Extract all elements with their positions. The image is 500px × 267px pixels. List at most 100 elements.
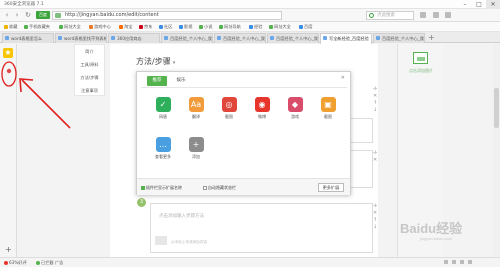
forward-button[interactable]: › <box>13 11 21 19</box>
menu-icon[interactable] <box>445 12 452 18</box>
step-3-box[interactable]: 点击添加输入步骤方法 从本地上传或添加内容 <box>150 203 373 253</box>
extension-item[interactable]: ✓ 网盾 <box>151 97 175 121</box>
scrollbar-thumb[interactable] <box>494 88 499 128</box>
refresh-button[interactable]: ↻ <box>24 11 32 19</box>
bookmark-icon <box>139 24 143 29</box>
extension-label: 添加 <box>192 154 200 159</box>
step-1-controls: ✛ ✕ ↑ ↓ <box>373 86 377 114</box>
bookmark-item[interactable]: 社区 <box>159 23 172 31</box>
maximize-button[interactable]: □ <box>472 0 486 9</box>
download-icon[interactable] <box>444 260 448 264</box>
shield-icon <box>36 260 40 265</box>
more-extensions-button[interactable]: 更多扩展 <box>318 183 344 192</box>
bookmark-item[interactable]: 游戏中心 <box>89 23 111 31</box>
editor-section-nav: 简介 工具/原料 方法/步骤 注意事项 <box>74 44 105 96</box>
add-sidebar-item-button[interactable]: + <box>5 245 12 254</box>
tab-favicon-icon <box>323 36 327 40</box>
up-icon[interactable]: ↑ <box>373 100 377 107</box>
tab-label: 百度经验_个人中心_我的 <box>170 36 213 41</box>
editor-nav-item[interactable]: 工具/原料 <box>75 58 104 71</box>
add-image-icon[interactable] <box>413 52 428 64</box>
url-field[interactable]: http://jingyan.baidu.com/edit/content <box>52 11 282 20</box>
site-badge[interactable]: 百度 <box>36 11 50 19</box>
bookmark-icon <box>249 24 253 29</box>
up-icon[interactable]: ↑ <box>373 217 377 224</box>
back-button[interactable]: ‹ <box>3 11 11 19</box>
watermark-main: Baidu经验 <box>400 221 463 236</box>
browser-tab[interactable]: 百度经验_个人中心_我的 <box>373 33 425 43</box>
extension-icon[interactable] <box>432 12 439 18</box>
watermark-sub: jingyan.baidu.com <box>420 236 453 241</box>
divider <box>141 87 347 88</box>
extension-label: 查看更多 <box>155 154 171 159</box>
settings-icon[interactable] <box>468 260 472 264</box>
minimize-button[interactable]: – <box>458 0 472 9</box>
bookmark-label: 网址大全 <box>274 24 291 29</box>
extension-item[interactable]: Aa 翻译 <box>184 97 208 121</box>
extension-item[interactable]: ◉ 微博 <box>250 97 274 121</box>
tab-entertainment[interactable]: 娱乐 <box>171 76 191 86</box>
auto-hide-label: 自动隐藏状态栏 <box>208 185 236 190</box>
close-window-button[interactable]: ✕ <box>486 0 500 9</box>
move-icon[interactable]: ✛ <box>373 150 377 157</box>
bookmark-item[interactable]: 网址大全 <box>269 23 291 31</box>
move-icon[interactable]: ✛ <box>373 86 377 93</box>
chevron-down-icon[interactable]: ▾ <box>173 60 176 66</box>
down-icon[interactable]: ↓ <box>373 107 377 114</box>
bookmark-item[interactable]: 手机收藏夹 <box>24 23 50 31</box>
extension-item[interactable]: … 查看更多 <box>151 137 175 161</box>
upload-image-icon[interactable] <box>155 236 167 245</box>
bookmark-item[interactable]: 网址导航 <box>219 23 241 31</box>
extension-item[interactable]: ◆ 游戏 <box>283 97 307 121</box>
checkbox-icon <box>141 185 145 190</box>
bookmark-item[interactable]: 京东 <box>139 23 152 31</box>
editor-nav-item[interactable]: 注意事项 <box>75 84 104 97</box>
vertical-scrollbar[interactable] <box>493 44 500 257</box>
tab-recommended[interactable]: 推荐 <box>147 76 167 86</box>
bookmark-label: 收藏 <box>9 24 18 29</box>
favorites-star-icon[interactable]: ★ <box>3 48 13 58</box>
extension-item[interactable]: ◎ 截图 <box>217 97 241 121</box>
bookmark-item[interactable]: 小说 <box>199 23 212 31</box>
editor-nav-item[interactable]: 简介 <box>75 45 104 58</box>
bookmark-item[interactable]: 收藏 <box>4 23 17 31</box>
browser-tab[interactable]: word表格里怎么 <box>2 33 54 43</box>
move-icon[interactable]: ✛ <box>373 203 377 210</box>
bookmark-item[interactable]: 经验 <box>249 23 262 31</box>
search-placeholder: 点此搜索 <box>377 13 395 18</box>
bookmark-item[interactable]: 百度 <box>299 23 312 31</box>
bookmark-label: 影视 <box>184 24 193 29</box>
down-icon[interactable]: ↓ <box>373 224 377 231</box>
browser-tab[interactable]: 百度经验_个人中心_我的 <box>214 33 266 43</box>
show-names-label: 插件栏显示扩展名称 <box>146 185 182 190</box>
add-image-label: 点击添加图片 <box>409 68 433 73</box>
tab-active[interactable]: 写全新经验_百度经验 <box>320 33 372 44</box>
bookmark-item[interactable]: 网址大全 <box>59 23 81 31</box>
section-title-text: 方法/步骤 <box>136 57 171 66</box>
extension-icon: ▣ <box>320 97 336 112</box>
show-names-checkbox[interactable]: 插件栏显示扩展名称 <box>141 185 182 191</box>
user-icon[interactable] <box>420 12 426 18</box>
zoom-icon[interactable] <box>460 260 464 264</box>
browser-tab[interactable]: word表格里找不到表格 <box>55 33 107 43</box>
browser-tab[interactable]: 360应用商店 <box>108 33 160 43</box>
delete-icon[interactable]: ✕ <box>373 210 377 217</box>
browser-tab[interactable]: 百度经验_个人中心_我的 <box>161 33 213 43</box>
delete-icon[interactable]: ✕ <box>373 157 377 164</box>
extension-item[interactable]: + 添加 <box>184 137 208 161</box>
bookmark-item[interactable]: 影视 <box>179 23 192 31</box>
adblock-status[interactable]: 已拦截 广告 <box>36 260 63 266</box>
editor-nav-item[interactable]: 方法/步骤 <box>75 71 104 84</box>
volume-icon[interactable] <box>452 260 456 264</box>
auto-hide-checkbox[interactable]: 自动隐藏状态栏 <box>203 185 236 191</box>
close-icon[interactable]: ✕ <box>341 75 345 81</box>
bookmark-label: 小说 <box>204 24 213 29</box>
search-input[interactable]: 点此搜索 <box>366 11 414 20</box>
rating-status[interactable]: 63%好评 <box>4 260 27 266</box>
browser-tab[interactable]: 百度经验_个人中心_我的 <box>267 33 319 43</box>
new-tab-button[interactable]: + <box>428 33 435 42</box>
extension-item[interactable]: ▣ 截图 <box>316 97 340 121</box>
bookmark-item[interactable]: 淘宝 <box>119 23 132 31</box>
bookmark-label: 网址大全 <box>64 24 81 29</box>
delete-icon[interactable]: ✕ <box>373 93 377 100</box>
